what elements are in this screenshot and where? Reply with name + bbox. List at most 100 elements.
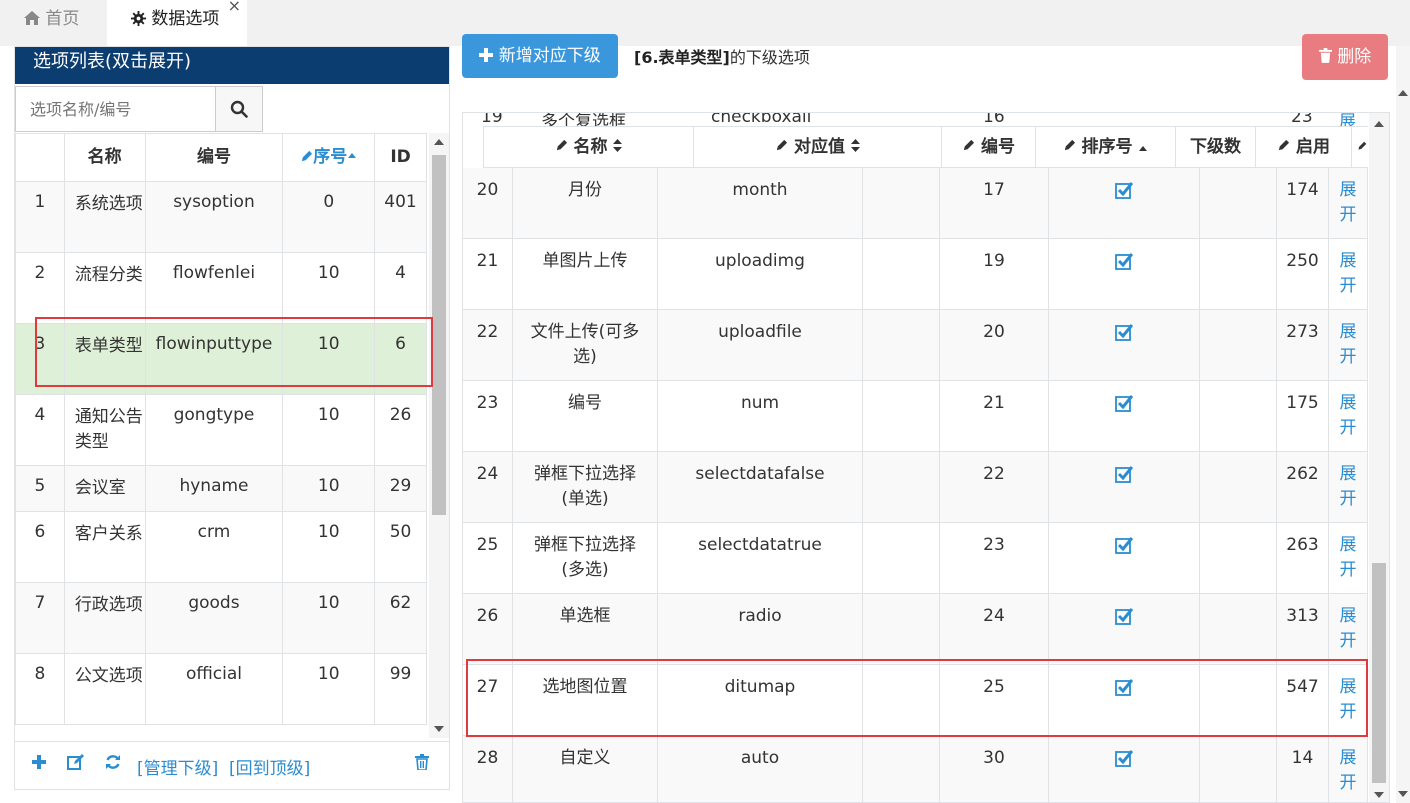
col-id[interactable]: ID <box>374 133 427 182</box>
table-row[interactable]: 22 文件上传(可多选) uploadfile 20 273 展开 <box>463 310 1368 381</box>
search-button[interactable] <box>216 87 262 131</box>
table-row[interactable]: 4 通知公告类型 gongtype 10 26 <box>15 394 427 466</box>
left-scrollbar[interactable] <box>429 133 449 738</box>
tab-home[interactable]: 首页 <box>0 0 107 46</box>
table-row[interactable]: 28 自定义 auto 30 14 展开 <box>463 736 1368 802</box>
expand-link[interactable]: 展开 <box>1329 168 1368 239</box>
expand-link[interactable]: 展开 <box>1329 452 1368 523</box>
row-name: 弹框下拉选择(单选) <box>513 452 658 523</box>
row-index: 2 <box>15 252 65 324</box>
right-scrollbar[interactable] <box>1369 113 1389 802</box>
col-name[interactable]: 名称 <box>63 133 146 182</box>
row-code: 19 <box>940 239 1049 310</box>
checkbox-checked-icon[interactable] <box>1115 678 1133 696</box>
row-sort: 10 <box>282 582 376 654</box>
pencil-icon <box>302 150 313 162</box>
table-row[interactable]: 8 公文选项 official 10 99 <box>15 653 427 725</box>
expand-link[interactable]: 展开 <box>1329 239 1368 310</box>
col-code[interactable]: 编号 <box>144 133 284 182</box>
row-check[interactable] <box>1049 523 1200 594</box>
table-row-selected[interactable]: 3 表单类型 flowinputtype 10 6 <box>15 323 427 395</box>
expand-link[interactable]: 展开 <box>1329 310 1368 381</box>
row-sub-count <box>1200 594 1277 665</box>
checkbox-checked-icon[interactable] <box>1115 394 1133 412</box>
table-row[interactable]: 7 行政选项 goods 10 62 <box>15 582 427 654</box>
checkbox-checked-icon[interactable] <box>1115 323 1133 341</box>
row-check[interactable] <box>1049 594 1200 665</box>
table-row[interactable]: 24 弹框下拉选择(单选) selectdatafalse 22 262 展开 <box>463 452 1368 523</box>
row-code: 21 <box>940 381 1049 452</box>
table-row[interactable]: 21 单图片上传 uploadimg 19 250 展开 <box>463 239 1368 310</box>
expand-link[interactable]: 展开 <box>1329 665 1368 736</box>
row-check[interactable] <box>1049 310 1200 381</box>
scroll-down-icon[interactable] <box>434 726 444 732</box>
tab-data-options[interactable]: 数据选项 × <box>107 0 247 46</box>
refresh-icon[interactable] <box>105 754 121 775</box>
back-top-link[interactable]: [回到顶级] <box>229 754 310 779</box>
scroll-down-icon[interactable] <box>1374 792 1384 798</box>
sub-table-header: 名称 对应值 编号 排序号 下级数 启用 <box>483 126 1368 168</box>
manage-sub-link[interactable]: [管理下级] <box>137 754 218 779</box>
table-row[interactable]: 27 选地图位置 ditumap 25 547 展开 <box>463 665 1368 736</box>
row-name: 月份 <box>513 168 658 239</box>
row-sub-count <box>1200 381 1277 452</box>
col-value[interactable]: 对应值 <box>693 127 941 167</box>
row-index: 26 <box>463 594 513 665</box>
row-value: num <box>658 381 863 452</box>
expand-link[interactable]: 展开 <box>1329 523 1368 594</box>
table-row[interactable]: 6 客户关系 crm 10 50 <box>15 511 427 583</box>
close-icon[interactable]: × <box>228 0 241 25</box>
row-blank <box>863 523 940 594</box>
expand-link[interactable]: 展开 <box>1329 381 1368 452</box>
add-sub-option-button[interactable]: 新增对应下级 <box>462 34 618 78</box>
col-sort[interactable]: 序号 <box>282 133 376 182</box>
checkbox-checked-icon[interactable] <box>1115 465 1133 483</box>
checkbox-checked-icon[interactable] <box>1115 607 1133 625</box>
search-input[interactable] <box>16 87 216 131</box>
delete-button[interactable]: 删除 <box>1302 34 1388 80</box>
col-sub-count[interactable]: 下级数 <box>1175 127 1255 167</box>
col-more[interactable] <box>1351 127 1371 167</box>
row-index: 27 <box>463 665 513 736</box>
expand-link[interactable]: 展开 <box>1329 736 1368 802</box>
table-row[interactable]: 1 系统选项 sysoption 0 401 <box>15 181 427 253</box>
page-scroll-down-icon[interactable] <box>1398 791 1408 797</box>
trash-icon[interactable] <box>415 754 429 775</box>
row-check[interactable] <box>1049 168 1200 239</box>
table-row[interactable]: 5 会议室 hyname 10 29 <box>15 465 427 512</box>
col-enabled[interactable]: 启用 <box>1255 127 1351 167</box>
scroll-up-icon[interactable] <box>434 139 444 145</box>
col-name[interactable]: 名称 <box>483 127 693 167</box>
checkbox-checked-icon[interactable] <box>1115 749 1133 767</box>
page-scrollbar[interactable] <box>1396 46 1410 803</box>
add-icon[interactable] <box>31 754 47 775</box>
table-row[interactable]: 2 流程分类 flowfenlei 10 4 <box>15 252 427 324</box>
table-row[interactable]: 20 月份 month 17 174 展开 <box>463 168 1368 239</box>
row-sub-count <box>1200 665 1277 736</box>
row-check[interactable] <box>1049 665 1200 736</box>
checkbox-checked-icon[interactable] <box>1115 536 1133 554</box>
row-check[interactable] <box>1049 736 1200 802</box>
row-check[interactable] <box>1049 452 1200 523</box>
checkbox-checked-icon[interactable] <box>1115 181 1133 199</box>
edit-icon[interactable] <box>67 754 85 775</box>
scroll-thumb[interactable] <box>432 155 446 515</box>
row-sort: 10 <box>282 252 376 324</box>
table-row[interactable]: 23 编号 num 21 175 展开 <box>463 381 1368 452</box>
row-sort: 10 <box>282 653 376 725</box>
table-row[interactable]: 26 单选框 radio 24 313 展开 <box>463 594 1368 665</box>
col-sort[interactable]: 排序号 <box>1035 127 1175 167</box>
row-blank <box>863 665 940 736</box>
expand-link[interactable]: 展开 <box>1329 594 1368 665</box>
scroll-thumb[interactable] <box>1372 563 1386 783</box>
row-check[interactable] <box>1049 239 1200 310</box>
row-value: uploadfile <box>658 310 863 381</box>
row-code: gongtype <box>144 394 284 466</box>
page-scroll-up-icon[interactable] <box>1398 90 1408 96</box>
checkbox-checked-icon[interactable] <box>1115 252 1133 270</box>
ghost-expand[interactable]: 展 <box>1339 113 1356 127</box>
scroll-up-icon[interactable] <box>1374 121 1384 127</box>
col-code[interactable]: 编号 <box>941 127 1035 167</box>
table-row[interactable]: 25 弹框下拉选择(多选) selectdatatrue 23 263 展开 <box>463 523 1368 594</box>
row-check[interactable] <box>1049 381 1200 452</box>
